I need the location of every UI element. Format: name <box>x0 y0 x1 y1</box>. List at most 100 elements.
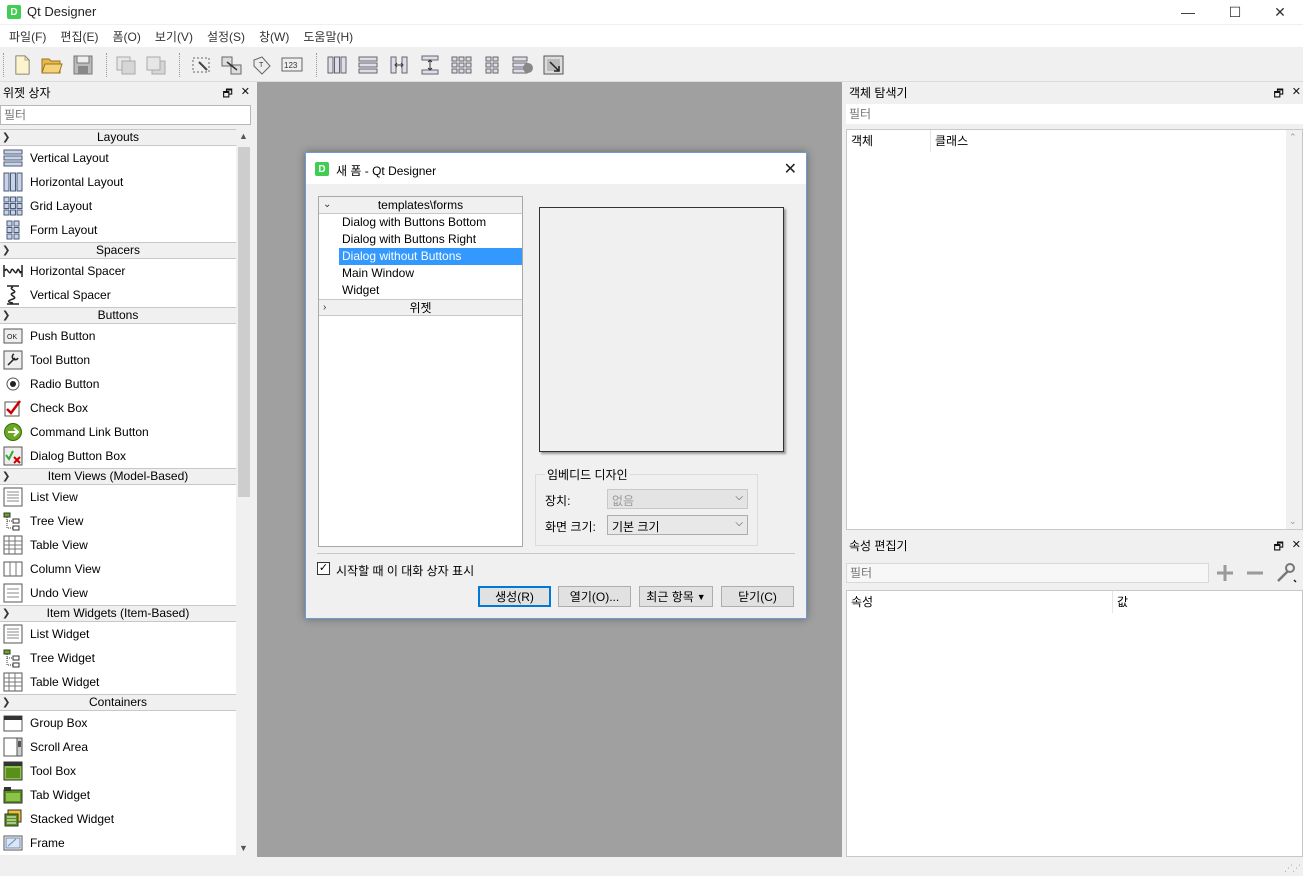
scroll-down-icon[interactable]: ⌄ <box>1289 516 1297 527</box>
widget-item-scroll-area[interactable]: Scroll Area <box>0 735 236 759</box>
widget-item-table-view[interactable]: Table View <box>0 533 236 557</box>
layout-horizontal-icon[interactable] <box>324 52 350 78</box>
menu-view[interactable]: 보기(V) <box>148 28 200 45</box>
adjust-size-icon[interactable] <box>541 52 567 78</box>
add-property-icon[interactable] <box>1212 561 1238 585</box>
scroll-down-icon[interactable]: ▼ <box>239 843 248 853</box>
widget-item-horizontal-spacer[interactable]: Horizontal Spacer <box>0 259 236 283</box>
layout-vertical-splitter-icon[interactable] <box>417 52 443 78</box>
menu-edit[interactable]: 편집(E) <box>53 28 105 45</box>
widget-item-list-view[interactable]: List View <box>0 485 236 509</box>
show-on-startup-label[interactable]: 시작할 때 이 대화 상자 표시 <box>336 562 474 579</box>
scroll-up-icon[interactable]: ▲ <box>239 131 248 141</box>
template-widget[interactable]: Widget <box>319 282 522 299</box>
widget-item-vertical-layout[interactable]: Vertical Layout <box>0 146 236 170</box>
configure-wrench-icon[interactable] <box>1272 561 1300 585</box>
menu-window[interactable]: 창(W) <box>252 28 296 45</box>
close-dialog-button[interactable]: 닫기(C) <box>721 586 794 607</box>
widget-item-tree-view[interactable]: Tree View <box>0 509 236 533</box>
float-icon[interactable]: 🗗 <box>1273 538 1283 557</box>
template-dialog-buttons-bottom[interactable]: Dialog with Buttons Bottom <box>319 214 522 231</box>
show-on-startup-checkbox[interactable]: ✓ <box>317 562 330 575</box>
column-header-value[interactable]: 값 <box>1113 591 1302 613</box>
widget-item-grid-layout[interactable]: Grid Layout <box>0 194 236 218</box>
menu-settings[interactable]: 설정(S) <box>200 28 252 45</box>
widget-box-list: ❯ Layouts Vertical Layout Horizontal Layo… <box>0 129 236 855</box>
edit-buddies-icon[interactable]: T <box>249 52 275 78</box>
widget-box-scrollbar[interactable]: ▲ ▼ <box>236 129 252 855</box>
open-button[interactable]: 열기(O)... <box>558 586 631 607</box>
edit-widgets-icon[interactable] <box>188 52 214 78</box>
widget-item-stacked-widget[interactable]: Stacked Widget <box>0 807 236 831</box>
scroll-up-icon[interactable]: ⌃ <box>1289 132 1297 143</box>
break-layout-icon[interactable] <box>510 52 536 78</box>
category-item-views[interactable]: ❯ Item Views (Model-Based) <box>0 468 236 485</box>
column-header-property[interactable]: 속성 <box>847 591 1113 613</box>
widget-item-check-box[interactable]: Check Box <box>0 396 236 420</box>
raise-icon[interactable] <box>113 52 139 78</box>
dialog-close-icon[interactable]: ✕ <box>784 159 797 179</box>
object-inspector-filter-input[interactable] <box>846 104 1303 124</box>
device-combo[interactable]: 없음 ⌵ <box>607 489 748 509</box>
layout-vertical-icon[interactable] <box>355 52 381 78</box>
scrollbar-thumb[interactable] <box>238 147 250 497</box>
minimize-button[interactable]: — <box>1165 0 1211 24</box>
category-item-widgets[interactable]: ❯ Item Widgets (Item-Based) <box>0 605 236 622</box>
menu-file[interactable]: 파일(F) <box>2 28 53 45</box>
new-file-icon[interactable] <box>9 52 35 78</box>
widget-item-table-widget[interactable]: Table Widget <box>0 670 236 694</box>
widget-item-column-view[interactable]: Column View <box>0 557 236 581</box>
widget-item-radio-button[interactable]: Radio Button <box>0 372 236 396</box>
close-icon[interactable]: ✕ <box>1292 538 1301 557</box>
screen-size-combo[interactable]: 기본 크기 ⌵ <box>607 515 748 535</box>
float-icon[interactable]: 🗗 <box>222 85 232 104</box>
size-grip-icon[interactable]: ⋰⋰ <box>1284 863 1301 874</box>
edit-tab-order-icon[interactable]: 123 <box>280 52 306 78</box>
widget-item-horizontal-layout[interactable]: Horizontal Layout <box>0 170 236 194</box>
widget-item-tab-widget[interactable]: Tab Widget <box>0 783 236 807</box>
widget-item-push-button[interactable]: OK Push Button <box>0 324 236 348</box>
menu-help[interactable]: 도움말(H) <box>296 28 360 45</box>
widget-item-tool-box[interactable]: Tool Box <box>0 759 236 783</box>
recent-button[interactable]: 최근 항목 ▼ <box>639 586 713 607</box>
layout-grid-icon[interactable] <box>448 52 474 78</box>
template-dialog-without-buttons[interactable]: Dialog without Buttons <box>339 248 522 265</box>
property-editor-filter-input[interactable] <box>846 563 1209 583</box>
template-main-window[interactable]: Main Window <box>319 265 522 282</box>
close-icon[interactable]: ✕ <box>1292 85 1301 104</box>
widget-box-filter-input[interactable] <box>0 105 251 125</box>
category-spacers[interactable]: ❯ Spacers <box>0 242 236 259</box>
column-header-object[interactable]: 객체 <box>847 130 931 152</box>
layout-form-icon[interactable] <box>479 52 505 78</box>
remove-property-icon[interactable] <box>1242 561 1268 585</box>
widget-item-list-widget[interactable]: List Widget <box>0 622 236 646</box>
layout-horizontal-splitter-icon[interactable] <box>386 52 412 78</box>
save-icon[interactable] <box>70 52 96 78</box>
widget-item-undo-view[interactable]: Undo View <box>0 581 236 605</box>
close-button[interactable]: ✕ <box>1257 0 1303 24</box>
widget-item-frame[interactable]: Frame <box>0 831 236 855</box>
edit-signals-slots-icon[interactable] <box>218 52 244 78</box>
object-inspector-scrollbar[interactable]: ⌃ ⌄ <box>1286 130 1302 529</box>
category-containers[interactable]: ❯ Containers <box>0 694 236 711</box>
tree-group-widgets[interactable]: › 위젯 <box>319 299 522 316</box>
widget-item-tree-widget[interactable]: Tree Widget <box>0 646 236 670</box>
tree-group-templates-forms[interactable]: ⌄ templates\forms <box>319 197 522 214</box>
column-header-class[interactable]: 클래스 <box>931 130 1287 152</box>
template-dialog-buttons-right[interactable]: Dialog with Buttons Right <box>319 231 522 248</box>
widget-item-group-box[interactable]: Group Box <box>0 711 236 735</box>
lower-icon[interactable] <box>143 52 169 78</box>
maximize-button[interactable]: ☐ <box>1212 0 1258 24</box>
create-button[interactable]: 생성(R) <box>478 586 551 607</box>
menu-form[interactable]: 폼(O) <box>105 28 147 45</box>
widget-item-dialog-button-box[interactable]: Dialog Button Box <box>0 444 236 468</box>
float-icon[interactable]: 🗗 <box>1273 85 1283 104</box>
open-folder-icon[interactable] <box>39 52 65 78</box>
widget-item-command-link-button[interactable]: Command Link Button <box>0 420 236 444</box>
widget-item-vertical-spacer[interactable]: Vertical Spacer <box>0 283 236 307</box>
category-layouts[interactable]: ❯ Layouts <box>0 129 236 146</box>
widget-item-form-layout[interactable]: Form Layout <box>0 218 236 242</box>
category-buttons[interactable]: ❯ Buttons <box>0 307 236 324</box>
close-icon[interactable]: ✕ <box>241 85 250 104</box>
widget-item-tool-button[interactable]: Tool Button <box>0 348 236 372</box>
